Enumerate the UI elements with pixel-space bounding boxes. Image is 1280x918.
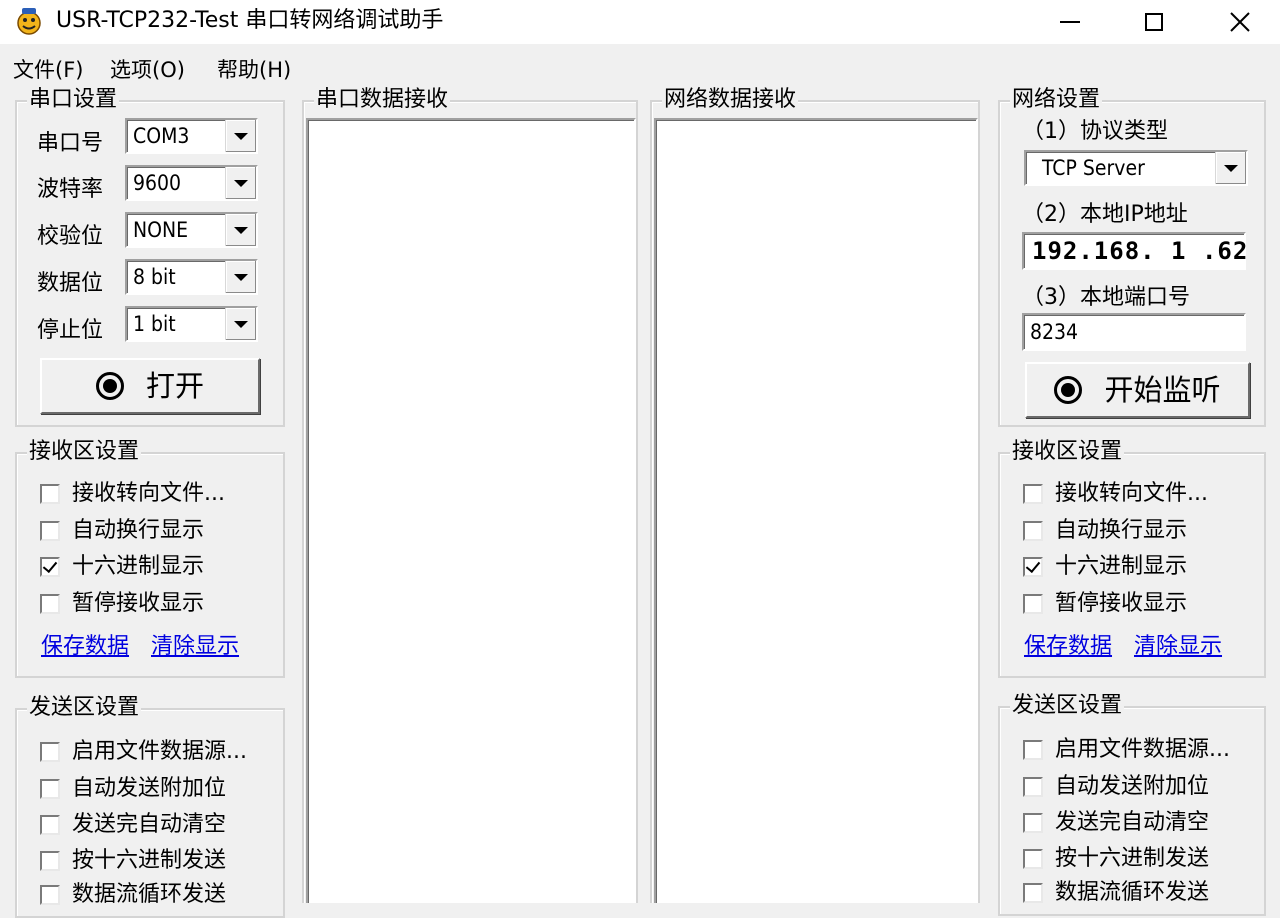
serial-receive-title: 串口数据接收 — [314, 86, 451, 114]
right-recv-option[interactable]: 自动换行显示 — [1023, 516, 1187, 546]
port-label: 串口号 — [37, 131, 104, 156]
ip-address-field[interactable]: 192.168. 1 .62 — [1022, 232, 1247, 270]
checkbox-checked[interactable] — [40, 557, 60, 577]
network-receive-area[interactable] — [654, 118, 978, 903]
databits-label: 数据位 — [37, 271, 104, 296]
maximize-icon — [1145, 13, 1163, 31]
port-number-field[interactable]: 8234 — [1022, 313, 1246, 351]
minimize-icon — [1060, 21, 1080, 23]
title-bar[interactable]: USR-TCP232-Test 串口转网络调试助手 — [0, 0, 1280, 44]
right-save-data-link[interactable]: 保存数据 — [1024, 633, 1112, 661]
left-recv-option[interactable]: 暂停接收显示 — [40, 589, 204, 619]
serial-receive-area[interactable] — [306, 118, 636, 903]
checkbox[interactable] — [1023, 813, 1043, 833]
maximize-button[interactable] — [1110, 0, 1198, 44]
checkbox-checked[interactable] — [1023, 557, 1043, 577]
baud-label: 波特率 — [37, 177, 104, 202]
protocol-select[interactable]: TCP Server — [1024, 150, 1248, 186]
parity-label: 校验位 — [37, 224, 104, 249]
port-select[interactable]: COM3 — [125, 118, 258, 154]
left-send-option[interactable]: 发送完自动清空 — [40, 810, 226, 840]
left-recv-option[interactable]: 自动换行显示 — [40, 516, 204, 546]
left-send-option[interactable]: 数据流循环发送 — [40, 880, 226, 910]
checkbox[interactable] — [1023, 594, 1043, 614]
checkbox[interactable] — [1023, 521, 1043, 541]
close-button[interactable] — [1196, 0, 1280, 44]
left-send-option[interactable]: 按十六进制发送 — [40, 846, 226, 876]
left-receive-settings-title: 接收区设置 — [27, 438, 142, 466]
checkbox[interactable] — [40, 815, 60, 835]
network-receive-title: 网络数据接收 — [662, 86, 799, 114]
checkbox[interactable] — [40, 742, 60, 762]
port-number-label: （3）本地端口号 — [1022, 285, 1190, 310]
left-save-data-link[interactable]: 保存数据 — [41, 633, 129, 661]
ip-label: （2）本地IP地址 — [1022, 202, 1188, 227]
close-icon — [1230, 12, 1250, 32]
record-icon — [1054, 376, 1083, 404]
left-recv-option[interactable]: 接收转向文件... — [40, 479, 225, 509]
menu-help[interactable]: 帮助(H) — [217, 56, 291, 84]
databits-select[interactable]: 8 bit — [125, 259, 258, 295]
left-send-option[interactable]: 启用文件数据源... — [40, 737, 247, 767]
window-title: USR-TCP232-Test 串口转网络调试助手 — [56, 8, 444, 33]
checkbox[interactable] — [40, 484, 60, 504]
checkbox[interactable] — [1023, 777, 1043, 797]
open-port-button[interactable]: 打开 — [40, 358, 260, 414]
record-icon — [95, 372, 124, 400]
right-recv-option[interactable]: 接收转向文件... — [1023, 479, 1208, 509]
chevron-down-icon[interactable] — [225, 308, 256, 340]
chevron-down-icon[interactable] — [225, 120, 256, 152]
right-send-option[interactable]: 启用文件数据源... — [1023, 735, 1230, 765]
right-recv-option[interactable]: 十六进制显示 — [1023, 552, 1187, 582]
parity-select[interactable]: NONE — [125, 212, 258, 248]
left-send-option[interactable]: 自动发送附加位 — [40, 774, 226, 804]
right-recv-option[interactable]: 暂停接收显示 — [1023, 589, 1187, 619]
right-send-option[interactable]: 自动发送附加位 — [1023, 772, 1209, 802]
right-clear-display-link[interactable]: 清除显示 — [1134, 633, 1222, 661]
menu-bar: 文件(F) 选项(O) 帮助(H) — [0, 52, 1280, 86]
menu-options[interactable]: 选项(O) — [110, 56, 185, 84]
stopbits-select[interactable]: 1 bit — [125, 306, 258, 342]
baud-select[interactable]: 9600 — [125, 165, 258, 201]
checkbox[interactable] — [40, 779, 60, 799]
chevron-down-icon[interactable] — [225, 167, 256, 199]
app-icon — [17, 8, 41, 35]
checkbox[interactable] — [40, 594, 60, 614]
checkbox[interactable] — [1023, 883, 1043, 903]
checkbox[interactable] — [1023, 849, 1043, 869]
checkbox[interactable] — [1023, 484, 1043, 504]
network-settings-title: 网络设置 — [1010, 86, 1103, 114]
left-clear-display-link[interactable]: 清除显示 — [151, 633, 239, 661]
right-send-option[interactable]: 数据流循环发送 — [1023, 878, 1209, 908]
start-listen-button[interactable]: 开始监听 — [1025, 362, 1250, 418]
checkbox[interactable] — [40, 851, 60, 871]
right-send-option[interactable]: 按十六进制发送 — [1023, 844, 1209, 874]
stopbits-label: 停止位 — [37, 318, 104, 343]
protocol-label: （1）协议类型 — [1022, 119, 1168, 144]
serial-settings-title: 串口设置 — [27, 86, 120, 114]
menu-file[interactable]: 文件(F) — [13, 56, 83, 84]
minimize-button[interactable] — [1026, 0, 1114, 44]
checkbox[interactable] — [1023, 740, 1043, 760]
right-send-option[interactable]: 发送完自动清空 — [1023, 808, 1209, 838]
chevron-down-icon[interactable] — [1215, 152, 1246, 184]
checkbox[interactable] — [40, 521, 60, 541]
left-send-settings-title: 发送区设置 — [27, 694, 142, 722]
right-send-settings-title: 发送区设置 — [1010, 692, 1125, 720]
checkbox[interactable] — [40, 885, 60, 905]
left-recv-option[interactable]: 十六进制显示 — [40, 552, 204, 582]
right-receive-settings-title: 接收区设置 — [1010, 438, 1125, 466]
chevron-down-icon[interactable] — [225, 261, 256, 293]
chevron-down-icon[interactable] — [225, 214, 256, 246]
